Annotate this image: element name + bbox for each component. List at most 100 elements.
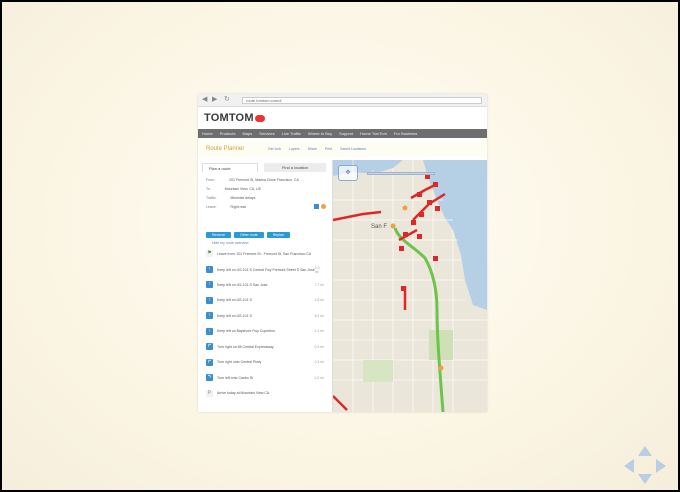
form-label: From:	[206, 178, 216, 182]
nav-item[interactable]: Services	[259, 131, 274, 136]
tomtom-screenshot: ◀ ▶ ↻ route.tomtom.com/# TOMTOM Home Prod…	[198, 94, 487, 412]
route-button[interactable]: Replan	[266, 232, 290, 238]
planner-tool[interactable]: Print	[325, 147, 332, 151]
arrow-icon: ↑	[206, 327, 213, 335]
step-distance: 1.8 mi	[314, 298, 324, 302]
route-buttons: Reverse Other route Replan	[206, 232, 293, 238]
direction-step[interactable]: ⚐ Arrive today at Mountain View CA	[206, 389, 324, 397]
route-planner-header: Route Planner Get Link Layers Share Print Sa…	[198, 141, 487, 157]
calendar-icon[interactable]	[314, 204, 319, 209]
turn-right-icon: ↱	[206, 358, 213, 366]
step-text: Leave from: 201 Fremont St - Fremont St,…	[217, 251, 312, 256]
hide-overview-link[interactable]: Hide my route overview	[212, 241, 249, 245]
planner-tool[interactable]: Layers	[289, 147, 300, 151]
direction-step[interactable]: ↱ Turn right onto Central Pkwy 0.3 mi	[206, 358, 324, 366]
slide-navigation	[624, 446, 666, 484]
form-row: Traffic: Minimise delays	[206, 196, 255, 200]
step-text: Arrive today at Mountain View CA	[217, 391, 270, 395]
map-canvas: San F	[333, 160, 487, 412]
park-area	[429, 330, 453, 360]
direction-step[interactable]: ↑ Keep left on Bayshore Fwy Cupertino 2.1 …	[206, 327, 324, 335]
form-value[interactable]: Mountain View, CA, US	[225, 187, 261, 191]
form-row: From: 201 Fremont St, Marina Close Franci…	[206, 178, 299, 182]
route-button[interactable]: Reverse	[206, 232, 232, 238]
arrow-icon: ↑	[206, 281, 213, 288]
planner-tool[interactable]: Share	[308, 147, 317, 151]
reload-icon[interactable]: ↻	[224, 96, 230, 104]
logo-hand-icon	[254, 114, 265, 122]
step-text: Turn left onto Castro St	[217, 375, 254, 380]
form-row: To: Mountain View, CA, US	[206, 187, 261, 191]
logo-text: TOMTOM	[204, 112, 254, 124]
park-area-2	[363, 360, 393, 382]
arrow-down-icon[interactable]	[638, 474, 652, 484]
nav-item[interactable]: Where to Buy	[308, 131, 332, 136]
step-distance: 0.4 mi	[314, 344, 324, 349]
form-label: Leave:	[206, 205, 217, 209]
tomtom-logo[interactable]: TOMTOM	[204, 112, 265, 124]
form-label: Traffic:	[206, 196, 217, 200]
step-distance: 5.4 mi	[314, 313, 324, 318]
planner-tool[interactable]: Saved Locations	[340, 147, 366, 151]
arrow-icon: ↑	[206, 296, 213, 304]
step-distance: 2.1 mi	[314, 329, 324, 333]
finish-flag-icon: ⚐	[206, 389, 213, 397]
step-text: Keep left on US-101 S	[217, 298, 252, 302]
arrow-right-icon[interactable]	[656, 459, 666, 473]
arrow-icon: ↑	[206, 312, 213, 319]
nav-item[interactable]: Home TomTom	[360, 131, 387, 136]
nav-item[interactable]: Products	[220, 131, 236, 136]
step-text: Keep left on US-101 S Central Fwy Fremon…	[217, 267, 315, 272]
address-bar[interactable]: route.tomtom.com/#	[242, 97, 482, 104]
form-value[interactable]: 201 Fremont St, Marina Close Francisco, …	[229, 178, 299, 182]
direction-step[interactable]: ⚑ Leave from: 201 Fremont St - Fremont St…	[206, 250, 324, 257]
map-pan-control[interactable]: ✥	[338, 165, 358, 181]
slide-background: ◀ ▶ ↻ route.tomtom.com/# TOMTOM Home Prod…	[2, 2, 678, 490]
route-button[interactable]: Other route	[234, 232, 264, 238]
direction-step[interactable]: ↰ Turn left onto Castro St 0.2 mi	[206, 374, 324, 381]
form-label: To:	[206, 187, 211, 191]
back-icon[interactable]: ◀	[202, 96, 207, 104]
site-navigation: Home Products Maps Services Live Traffic Wher…	[198, 129, 487, 138]
tab-plan-route[interactable]: Plan a route	[202, 163, 258, 172]
forward-icon[interactable]: ▶	[212, 96, 217, 104]
direction-step[interactable]: ↱ Turn right on 85 Central Expressway 0.4 …	[206, 343, 324, 350]
step-distance: 7.7 mi	[314, 282, 324, 287]
planner-tools: Get Link Layers Share Print Saved Locations	[268, 147, 374, 151]
step-distance: 0.2 mi	[314, 375, 324, 380]
arrow-icon: ↑	[206, 266, 213, 273]
nav-item[interactable]: Support	[339, 131, 353, 136]
form-value[interactable]: Right now	[231, 205, 247, 209]
step-text: Keep left on US-101 S San Jose	[217, 282, 268, 287]
turn-left-icon: ↰	[206, 374, 213, 381]
direction-step[interactable]: ↑ Keep left on US-101 S San Jose 7.7 mi	[206, 281, 324, 288]
step-text: Keep left on US-101 S	[217, 313, 252, 318]
direction-step[interactable]: ↑ Keep left on US-101 S 5.4 mi	[206, 312, 324, 319]
form-value[interactable]: Minimise delays	[231, 196, 256, 200]
direction-step[interactable]: ↑ Keep left on US-101 S Central Fwy Fremo…	[206, 266, 324, 274]
nav-item[interactable]: Home	[202, 131, 213, 136]
route-panel: Plan a route Find a location From: 201 Fr…	[198, 160, 333, 412]
nav-item[interactable]: For Business	[394, 131, 417, 136]
page-title: Route Planner	[206, 146, 245, 152]
step-distance: 0.3 mi	[314, 360, 324, 364]
clock-icon[interactable]	[321, 204, 326, 209]
route-map[interactable]: San F ✥	[333, 160, 487, 412]
arrow-up-icon[interactable]	[638, 446, 652, 456]
planner-tool[interactable]: Get Link	[268, 147, 281, 151]
nav-item[interactable]: Live Traffic	[282, 131, 301, 136]
nav-item[interactable]: Maps	[242, 131, 252, 136]
arrow-left-icon[interactable]	[624, 459, 634, 473]
tab-find-location[interactable]: Find a location	[264, 163, 326, 172]
step-distance: 2.0 mi	[314, 265, 320, 274]
direction-step[interactable]: ↑ Keep left on US-101 S 1.8 mi	[206, 296, 324, 304]
zoom-slider[interactable]	[367, 172, 435, 175]
turn-right-icon: ↱	[206, 343, 213, 350]
form-row: Leave: Right now	[206, 205, 246, 209]
step-text: Turn right on 85 Central Expressway	[217, 344, 274, 349]
flag-icon: ⚑	[206, 250, 213, 257]
city-label: San F	[371, 224, 387, 230]
step-text: Keep left on Bayshore Fwy Cupertino	[217, 329, 275, 333]
browser-toolbar: ◀ ▶ ↻ route.tomtom.com/#	[198, 94, 487, 107]
step-text: Turn right onto Central Pkwy	[217, 360, 262, 364]
